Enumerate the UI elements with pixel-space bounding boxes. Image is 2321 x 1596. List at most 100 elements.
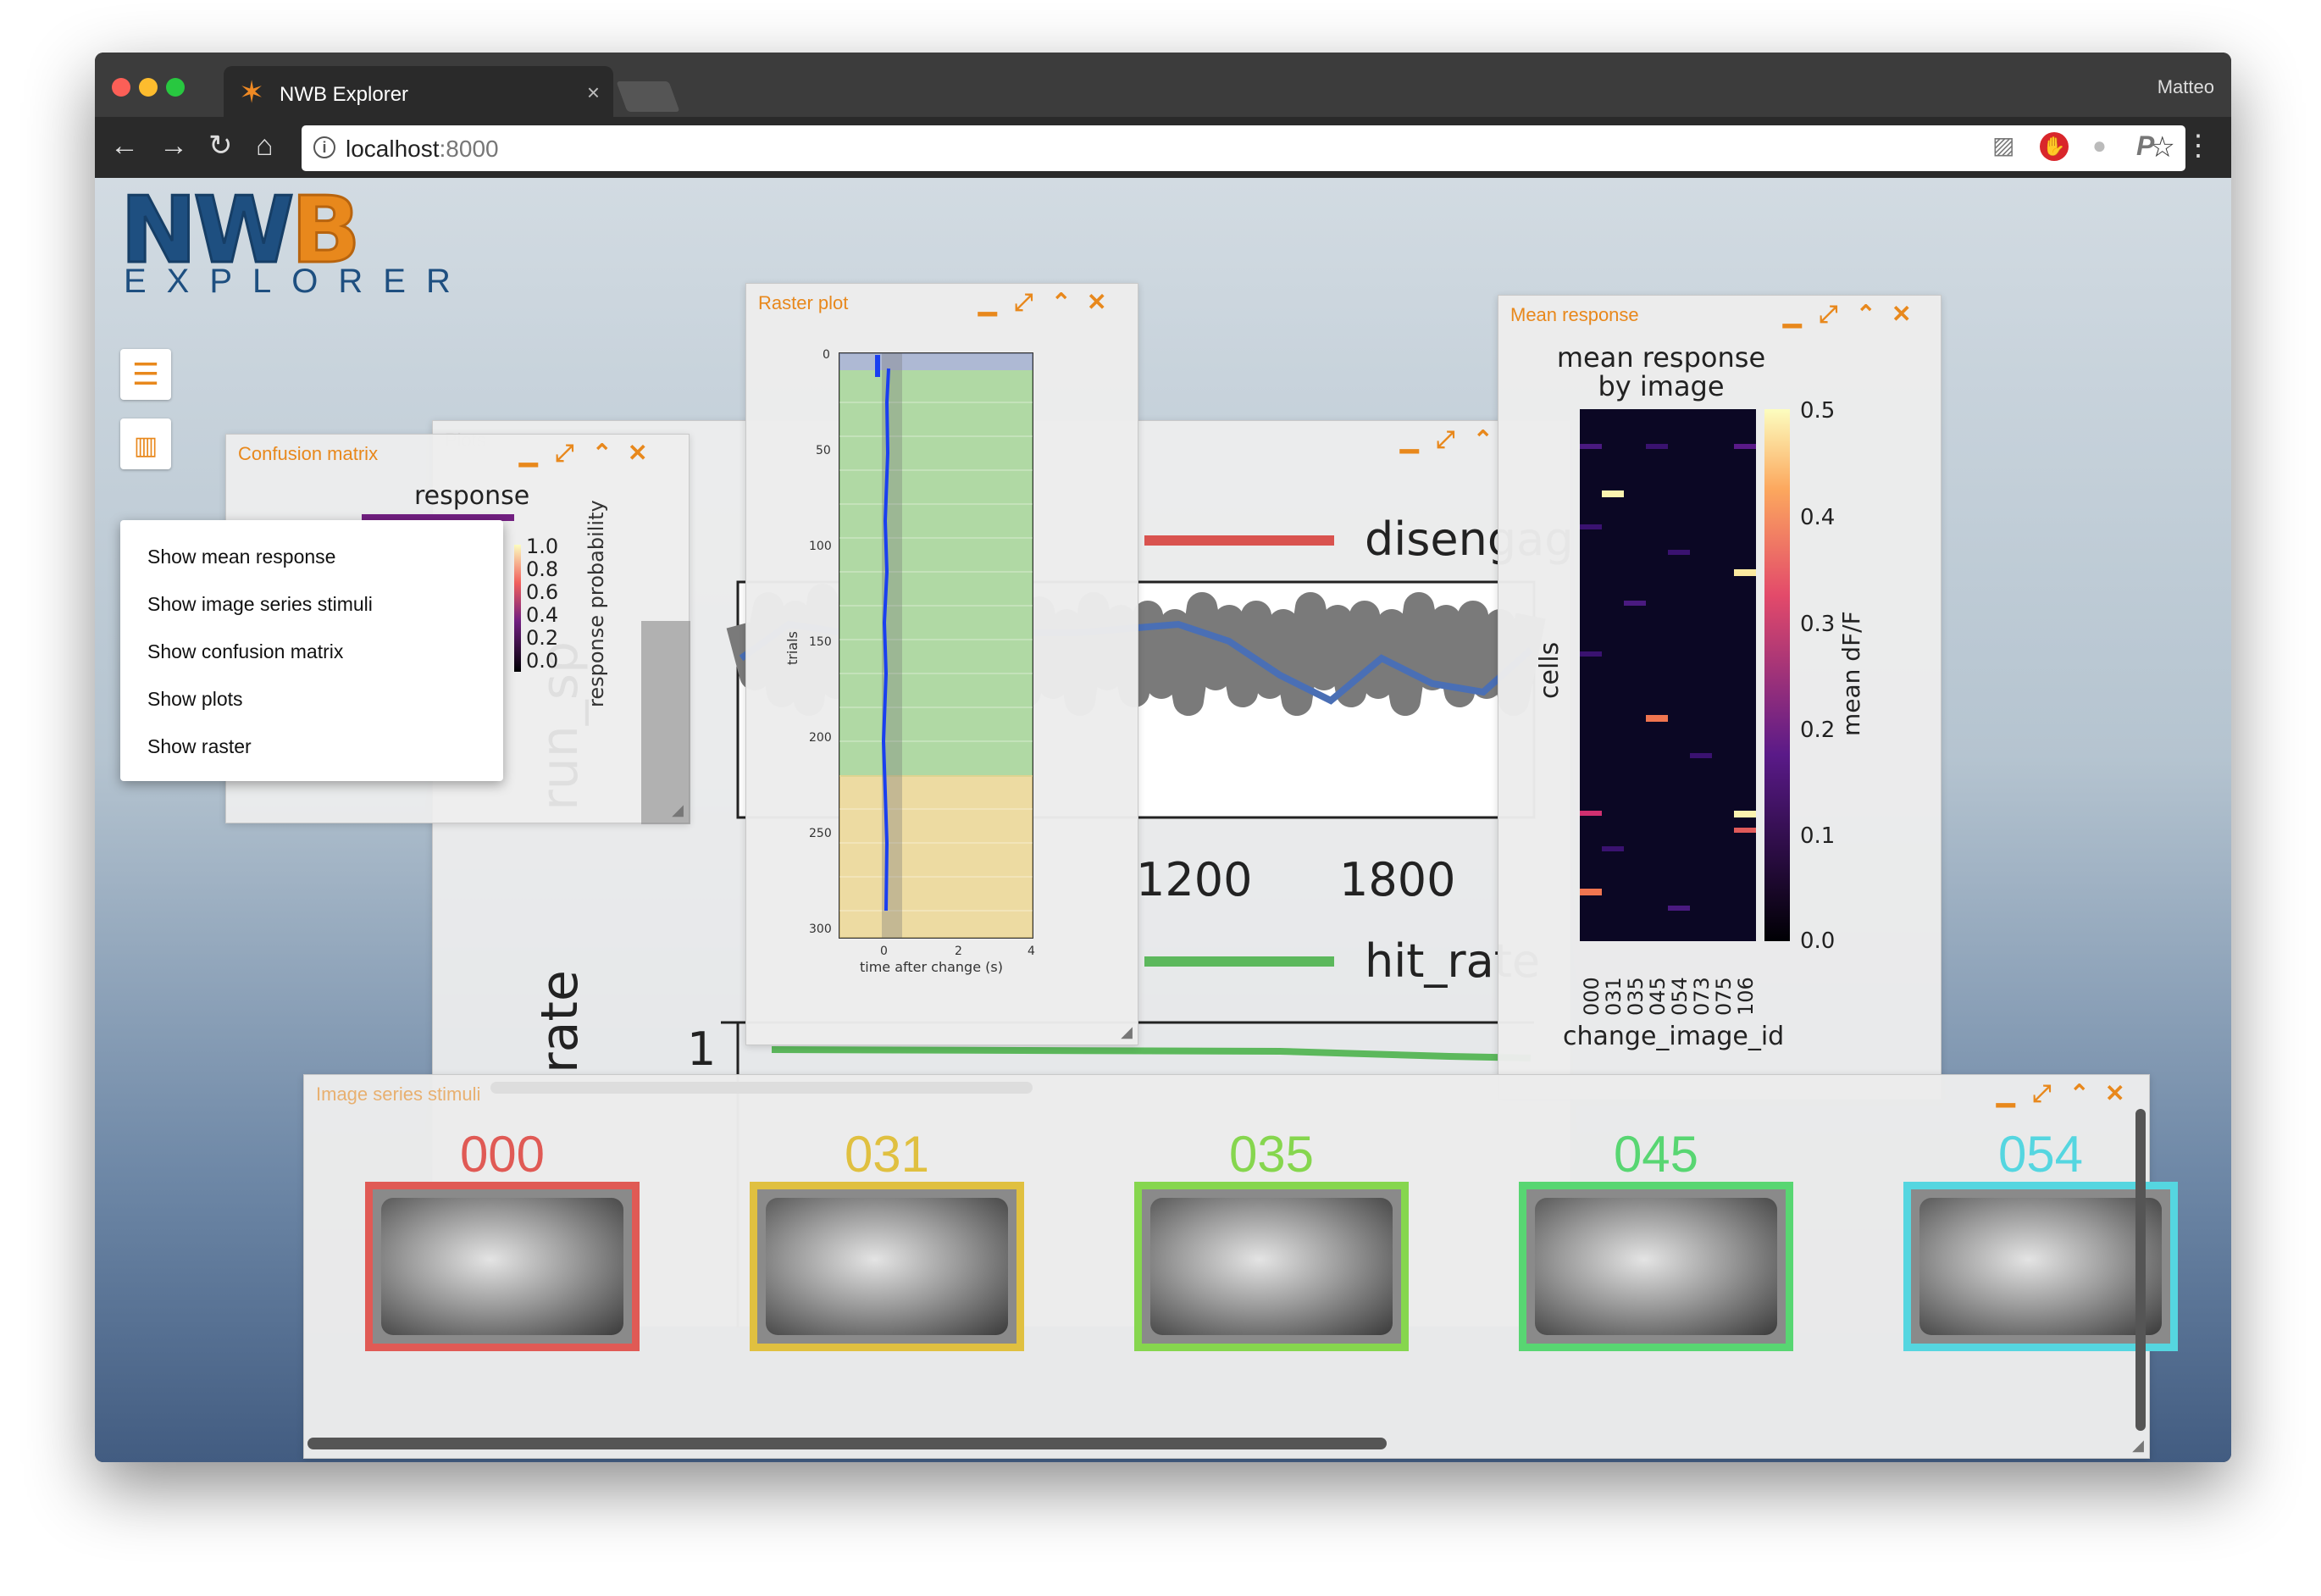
image-strip: 000 031 035 045 054 [330,1114,2178,1433]
mean-heading-2: by image [1598,370,1724,402]
close-icon[interactable]: ✕ [2105,1077,2124,1111]
browser-window: ✶ NWB Explorer × Matteo ← → ↻ ⌂ i localh… [95,53,2231,1462]
stimulus-image-id: 000 [459,1126,546,1183]
resize-handle-icon[interactable]: ◢ [2132,1437,2144,1455]
info-icon[interactable]: i [313,136,335,158]
grayscale-photo [766,1198,1008,1335]
extension-adblock-icon[interactable]: ✋ [2040,132,2069,161]
raster-ytick: 100 [809,540,832,553]
xtick: 000 [1580,977,1604,1016]
raster-xtick: 0 [880,945,888,958]
cbar-label: mean dF/F [1837,611,1865,736]
horizontal-scrollbar[interactable] [307,1438,1387,1449]
charts-menu-button[interactable]: ▥ [120,418,171,469]
cbar-tick: 0.4 [526,603,558,627]
raster-figure: 0 50 100 150 200 250 300 0 2 4 time afte… [784,348,1035,975]
resize-handle-icon[interactable]: ◢ [672,801,684,819]
stimulus-image-id: 054 [1997,1126,2084,1183]
collapse-icon[interactable]: ⌃ [2069,1077,2089,1111]
xtick: 035 [1624,977,1648,1016]
xtick: 073 [1690,977,1714,1016]
maximize-icon[interactable]: ⤢ [2032,1077,2051,1111]
menu-show-image-series-stimuli[interactable]: Show image series stimuli [147,593,373,616]
new-tab-button[interactable] [616,81,680,112]
stimulus-image-id: 035 [1228,1126,1315,1183]
url-host: localhost [346,136,440,162]
image-series-title: Image series stimuli [316,1083,481,1105]
zoom-window-button[interactable] [166,78,185,97]
extension-chart-icon[interactable]: ▨ [1992,129,2014,163]
nwb-favicon-icon: ✶ [239,75,265,109]
grayscale-photo [1535,1198,1777,1335]
menu-show-confusion-matrix[interactable]: Show confusion matrix [147,640,343,663]
x-tick-1800: 1800 [1339,853,1455,906]
stimulus-image-id: 031 [844,1126,930,1183]
raster-plot-panel[interactable]: Raster plot ▁ ⤢ ⌃ ✕ 0 50 100 150 200 250… [745,283,1138,1045]
cbar-tick: 1.0 [526,535,558,558]
cbar-tick: 0.8 [526,557,558,581]
stimulus-image-id: 045 [1613,1126,1699,1183]
address-bar[interactable]: i localhost:8000 ☆ [302,125,2185,171]
menu-show-plots[interactable]: Show plots [147,688,243,711]
app-page: NWB EXPLORER ☰ ▥ Plots ▁ ⤢ ⌃ disengaged … [95,178,2231,1462]
grayscale-photo [1919,1198,2162,1335]
extension-p-icon[interactable]: P [2136,129,2154,163]
back-icon[interactable]: ← [110,129,139,163]
raster-ytick: 200 [809,731,832,745]
y-tick-1: 1 [687,1022,716,1076]
grayscale-photo [381,1198,623,1335]
mean-heading-1: mean response [1557,341,1765,374]
charts-dropdown-menu: Show mean response Show image series sti… [120,520,503,781]
raster-ytick: 300 [809,923,832,936]
tab-bar: ✶ NWB Explorer × Matteo [95,53,2231,119]
cells-ylabel: cells [1535,642,1565,699]
stimulus-image[interactable]: 035 [1134,1126,1409,1351]
url-text: localhost:8000 [346,136,499,163]
mean-response-figure: mean response by image 0.5 0.4 0.3 0.2 0… [1535,341,1865,1051]
raster-ytick: 150 [809,635,832,649]
raster-xtick: 2 [955,945,962,958]
browser-toolbar: ← → ↻ ⌂ i localhost:8000 ☆ ▨ ✋ ● P ⋮ [95,117,2231,178]
minimize-icon[interactable]: ▁ [1997,1077,2015,1111]
tab-close-icon[interactable]: × [587,80,600,106]
cbar-tick: 0.6 [526,580,558,604]
xtick: 054 [1668,977,1692,1016]
reload-icon[interactable]: ↻ [208,129,233,163]
forward-icon[interactable]: → [159,129,188,163]
menu-show-mean-response[interactable]: Show mean response [147,546,335,568]
image-series-panel[interactable]: Image series stimuli ▁ ⤢ ⌃ ✕ 000 031 035 04… [303,1074,2178,1459]
list-view-button[interactable]: ☰ [120,349,171,400]
cbar-tick: 0.4 [1800,505,1835,530]
xtick: 031 [1602,977,1626,1016]
confusion-heading: response [414,481,529,511]
minimize-window-button[interactable] [139,78,158,97]
rate-ylabel: rate [530,970,590,1073]
home-icon[interactable]: ⌂ [256,129,274,163]
vertical-scrollbar[interactable] [2135,1109,2146,1431]
raster-xlabel: time after change (s) [860,959,1003,975]
browser-tab[interactable]: ✶ NWB Explorer × [224,66,613,119]
logo-subtitle: EXPLORER [124,263,471,300]
close-window-button[interactable] [112,78,130,97]
menu-show-raster[interactable]: Show raster [147,735,252,758]
stimulus-image[interactable]: 000 [365,1126,640,1351]
cbar-tick: 0.0 [1800,928,1835,954]
xtick: 045 [1646,977,1670,1016]
extension-ghost-icon[interactable]: ● [2092,129,2107,163]
horizontal-scroll-track-top[interactable] [490,1082,1033,1094]
mean-response-panel[interactable]: Mean response ▁ ⤢ ⌃ ✕ mean response by i… [1498,295,1942,1100]
cbar-label: response probability [584,500,608,707]
x-tick-1200: 1200 [1136,853,1252,906]
stimulus-image[interactable]: 045 [1519,1126,1793,1351]
stimulus-image[interactable]: 031 [750,1126,1024,1351]
resize-handle-icon[interactable]: ◢ [1121,1023,1133,1041]
raster-ylabel: trials [784,631,800,665]
bar-chart-icon: ▥ [133,432,158,460]
cbar-tick: 0.2 [526,626,558,650]
profile-name[interactable]: Matteo [2158,76,2214,98]
raster-xtick: 4 [1028,945,1035,958]
cbar-tick: 0.3 [1800,612,1835,637]
browser-menu-icon[interactable]: ⋮ [2184,129,2213,163]
mean-xlabel: change_image_id [1563,1022,1784,1051]
hit-rate-line [771,1046,1532,1061]
